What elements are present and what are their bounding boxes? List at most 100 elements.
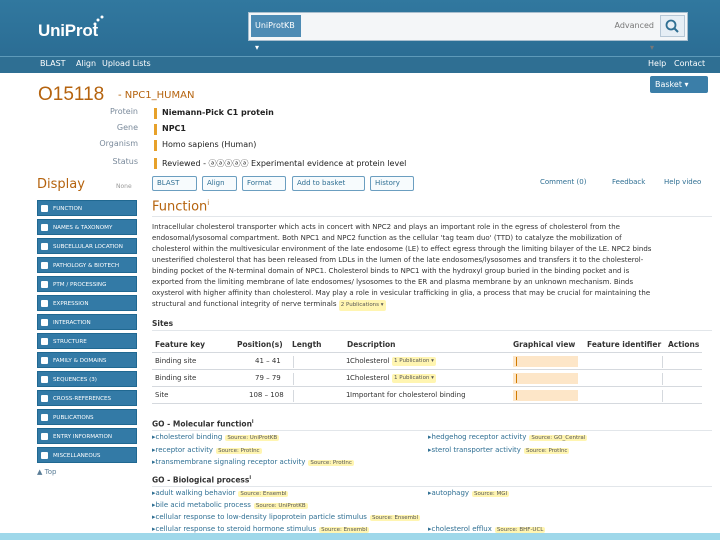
graphical-view-track[interactable] [513,356,578,367]
go-term[interactable]: ▸cellular response to low-density lipopr… [152,513,421,521]
display-none-link[interactable]: None [116,183,132,190]
gene-bar [154,124,157,135]
go-term[interactable]: ▸cellular response to steroid hormone st… [152,525,370,533]
graphical-view-track[interactable] [513,373,578,384]
go-term[interactable]: ▸bile acid metabolic process Source: UniP… [152,501,308,509]
checkbox-icon [41,376,48,383]
sidebar-item-names-taxonomy[interactable]: NAMES & TAXONOMY [37,219,137,235]
nav-help[interactable]: Help [648,59,666,68]
blast-button[interactable]: BLAST [152,176,197,191]
go-term-label: cholesterol binding [155,433,223,441]
sites-title: Sites [152,319,174,328]
add-to-basket-label: Add to basket [297,179,346,187]
go-source-badge[interactable]: Source: ProtInc [523,448,570,454]
evidence-badge[interactable]: 1 Publication ▾ [392,374,436,383]
feature-position[interactable]: 79 – 79 [255,374,281,382]
feature-position[interactable]: 108 – 108 [249,391,284,399]
add-to-basket-button[interactable]: Add to basket [292,176,365,191]
sidebar-item-function[interactable]: FUNCTION [37,200,137,216]
history-button[interactable]: History [370,176,414,191]
sidebar-item-label: STRUCTURE [53,339,87,345]
go-term[interactable]: ▸sterol transporter activity Source: Prot… [428,446,570,454]
sidebar-item-ptm[interactable]: PTM / PROCESSING [37,276,137,292]
col-feature-key[interactable]: Feature key [155,340,205,349]
search-input[interactable] [304,15,604,37]
go-term-label: transmembrane signaling receptor activit… [155,458,306,466]
sidebar-item-miscellaneous[interactable]: MISCELLANEOUS [37,447,137,463]
nav-upload-lists[interactable]: Upload Lists [102,59,151,68]
sidebar-item-label: SUBCELLULAR LOCATION [53,244,123,250]
sidebar-item-label: CROSS-REFERENCES [53,396,112,402]
advanced-search-dropdown[interactable]: Advanced ▾ [608,15,658,52]
search-button[interactable] [660,15,685,37]
go-source-badge[interactable]: Source: GO_Central [529,435,588,441]
function-publications-badge[interactable]: 2 Publications ▾ [338,300,386,311]
gene-value: NPC1 [162,124,186,133]
entry-accession: O15118 [38,84,105,105]
sidebar-item-expression[interactable]: EXPRESSION [37,295,137,311]
feature-marker [516,357,517,366]
feature-key: Binding site [155,357,197,365]
function-description: Intracellular cholesterol transporter wh… [152,222,712,311]
col-positions[interactable]: Position(s) [237,340,283,349]
row-divider [152,403,702,404]
go-term[interactable]: ▸hedgehog receptor activity Source: GO_Ce… [428,433,588,441]
sidebar-item-cross-references[interactable]: CROSS-REFERENCES [37,390,137,406]
feedback-link[interactable]: Feedback [612,178,645,186]
format-label: Format [247,179,272,187]
checkbox-icon [41,300,48,307]
row-divider [152,369,702,370]
go-source-badge[interactable]: Source: Ensembl [369,515,421,521]
go-source-badge[interactable]: Source: ProtInc [308,460,354,466]
align-button[interactable]: Align [202,176,237,191]
checkbox-icon [41,281,48,288]
sidebar-item-family-domains[interactable]: FAMILY & DOMAINS [37,352,137,368]
organism-value[interactable]: Homo sapiens (Human) [162,140,256,149]
nav-align[interactable]: Align [76,59,96,68]
go-source-badge[interactable]: Source: UniProtKB [253,503,308,509]
sidebar-item-pathology[interactable]: PATHOLOGY & BIOTECH [37,257,137,273]
sidebar-item-sequences[interactable]: SEQUENCES (3) [37,371,137,387]
checkbox-icon [41,224,48,231]
sidebar-item-interaction[interactable]: INTERACTION [37,314,137,330]
go-term[interactable]: ▸adult walking behavior Source: Ensembl [152,489,289,497]
go-source-badge[interactable]: Source: ProtInc [216,448,262,454]
sidebar-item-subcellular-location[interactable]: SUBCELLULAR LOCATION [37,238,137,254]
go-term[interactable]: ▸autophagy Source: MGI [428,489,510,497]
basket-button[interactable]: Basket ▾ [650,76,708,93]
go-term[interactable]: ▸transmembrane signaling receptor activi… [152,458,354,466]
feature-position[interactable]: 41 – 41 [255,357,281,365]
format-button[interactable]: Format [242,176,286,191]
col-description[interactable]: Description [347,340,396,349]
top-nav: BLAST Align Upload Lists Help Contact [0,56,720,73]
sidebar-item-entry-information[interactable]: ENTRY INFORMATION [37,428,137,444]
comment-link[interactable]: Comment (0) [540,178,586,186]
go-term[interactable]: ▸cholesterol binding Source: UniProtKB [152,433,280,441]
organism-row: Organism Homo sapiens (Human) [80,139,710,153]
feature-description: Cholesterol [350,357,390,365]
nav-blast[interactable]: BLAST [40,59,66,68]
go-term[interactable]: ▸cholesterol efflux Source: BHF-UCL [428,525,546,533]
sidebar-item-publications[interactable]: PUBLICATIONS [37,409,137,425]
protein-value: Niemann-Pick C1 protein [162,108,274,117]
go-source-badge[interactable]: Source: UniProtKB [225,435,280,441]
col-actions: Actions [668,340,700,349]
help-video-link[interactable]: Help video [664,178,701,186]
sidebar-item-structure[interactable]: STRUCTURE [37,333,137,349]
function-section-title: Functioni [152,199,209,214]
nav-contact[interactable]: Contact [674,59,705,68]
function-title-text: Function [152,199,208,215]
back-to-top-link[interactable]: ▲ Top [37,468,56,476]
evidence-badge[interactable]: 1 Publication ▾ [392,357,436,366]
go-term-label: hedgehog receptor activity [431,433,527,441]
search-scope-dropdown[interactable]: UniProtKB ▾ [251,15,301,52]
uniprot-logo[interactable]: UniProt [38,21,98,41]
col-length[interactable]: Length [292,340,322,349]
go-term[interactable]: ▸receptor activity Source: ProtInc [152,446,262,454]
go-source-badge[interactable]: Source: Ensembl [238,491,289,497]
column-divider [293,390,294,402]
go-term-label: receptor activity [155,446,214,454]
graphical-view-track[interactable] [513,390,578,401]
go-mf-divider [152,430,712,431]
go-source-badge[interactable]: Source: MGI [472,491,510,497]
